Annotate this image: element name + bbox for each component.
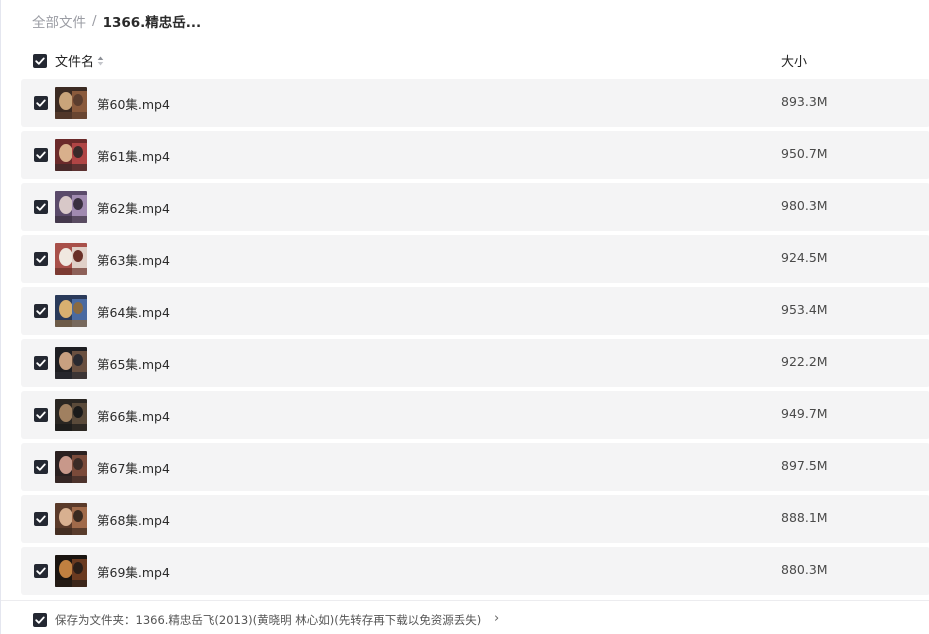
column-header-name-label: 文件名 bbox=[55, 55, 95, 70]
video-thumbnail bbox=[55, 295, 87, 327]
file-checkbox[interactable] bbox=[34, 460, 48, 474]
checkmark-icon bbox=[36, 411, 46, 419]
breadcrumb-current: 1366.精忠岳... bbox=[102, 15, 202, 31]
video-thumbnail bbox=[55, 347, 87, 379]
file-row[interactable]: 第62集.mp4 980.3M bbox=[21, 183, 929, 231]
chevron-right-icon[interactable]: › bbox=[494, 611, 499, 626]
file-name[interactable]: 第66集.mp4 bbox=[97, 406, 170, 425]
checkmark-icon bbox=[36, 151, 46, 159]
file-name[interactable]: 第67集.mp4 bbox=[97, 458, 170, 477]
file-checkbox[interactable] bbox=[34, 408, 48, 422]
checkmark-icon bbox=[36, 567, 46, 575]
file-row[interactable]: 第69集.mp4 880.3M bbox=[21, 547, 929, 595]
file-checkbox[interactable] bbox=[34, 200, 48, 214]
file-save-panel: 全部文件 / 1366.精忠岳... 文件名 大小 第60集.mp4 893.3M… bbox=[0, 0, 929, 634]
file-name[interactable]: 第63集.mp4 bbox=[97, 250, 170, 269]
checkmark-icon bbox=[36, 359, 46, 367]
video-thumbnail bbox=[55, 243, 87, 275]
file-row[interactable]: 第63集.mp4 924.5M bbox=[21, 235, 929, 283]
file-name[interactable]: 第65集.mp4 bbox=[97, 354, 170, 373]
file-size: 897.5M bbox=[781, 458, 828, 473]
file-size: 922.2M bbox=[781, 354, 828, 369]
file-size: 888.1M bbox=[781, 510, 828, 525]
file-size: 949.7M bbox=[781, 406, 828, 421]
checkmark-icon bbox=[36, 255, 46, 263]
file-checkbox[interactable] bbox=[34, 304, 48, 318]
file-row[interactable]: 第66集.mp4 949.7M bbox=[21, 391, 929, 439]
sort-icon[interactable] bbox=[97, 55, 104, 67]
file-size: 953.4M bbox=[781, 302, 828, 317]
breadcrumb-separator: / bbox=[92, 13, 97, 29]
checkmark-icon bbox=[36, 99, 46, 107]
checkmark-icon bbox=[36, 515, 46, 523]
column-header-name[interactable]: 文件名 bbox=[55, 51, 104, 70]
file-name[interactable]: 第69集.mp4 bbox=[97, 562, 170, 581]
save-folder-path[interactable]: 保存为文件夹：1366.精忠岳飞(2013)(黄晓明 林心如)(先转存再下载以免… bbox=[55, 612, 481, 628]
file-name[interactable]: 第64集.mp4 bbox=[97, 302, 170, 321]
file-name[interactable]: 第60集.mp4 bbox=[97, 94, 170, 113]
file-row[interactable]: 第67集.mp4 897.5M bbox=[21, 443, 929, 491]
save-folder-checkbox[interactable] bbox=[33, 613, 47, 627]
file-checkbox[interactable] bbox=[34, 252, 48, 266]
breadcrumb-root[interactable]: 全部文件 bbox=[32, 11, 86, 31]
file-size: 950.7M bbox=[781, 146, 828, 161]
video-thumbnail bbox=[55, 87, 87, 119]
video-thumbnail bbox=[55, 503, 87, 535]
column-header-size[interactable]: 大小 bbox=[781, 51, 807, 70]
file-checkbox[interactable] bbox=[34, 148, 48, 162]
video-thumbnail bbox=[55, 399, 87, 431]
file-size: 924.5M bbox=[781, 250, 828, 265]
video-thumbnail bbox=[55, 451, 87, 483]
file-size: 893.3M bbox=[781, 94, 828, 109]
file-size: 980.3M bbox=[781, 198, 828, 213]
file-name[interactable]: 第61集.mp4 bbox=[97, 146, 170, 165]
file-checkbox[interactable] bbox=[34, 512, 48, 526]
video-thumbnail bbox=[55, 139, 87, 171]
file-name[interactable]: 第68集.mp4 bbox=[97, 510, 170, 529]
select-all-checkbox[interactable] bbox=[33, 54, 47, 68]
checkmark-icon bbox=[35, 616, 45, 624]
file-checkbox[interactable] bbox=[34, 96, 48, 110]
file-row[interactable]: 第61集.mp4 950.7M bbox=[21, 131, 929, 179]
file-name[interactable]: 第62集.mp4 bbox=[97, 198, 170, 217]
checkmark-icon bbox=[36, 463, 46, 471]
checkmark-icon bbox=[35, 57, 45, 65]
table-header: 文件名 大小 bbox=[1, 48, 929, 74]
file-row[interactable]: 第64集.mp4 953.4M bbox=[21, 287, 929, 335]
file-list: 第60集.mp4 893.3M 第61集.mp4 950.7M 第62集.mp4 980.… bbox=[21, 79, 929, 599]
video-thumbnail bbox=[55, 191, 87, 223]
breadcrumb: 全部文件 / 1366.精忠岳... bbox=[32, 11, 201, 31]
checkmark-icon bbox=[36, 203, 46, 211]
save-folder-bar: 保存为文件夹：1366.精忠岳飞(2013)(黄晓明 林心如)(先转存再下载以免… bbox=[1, 600, 929, 634]
file-checkbox[interactable] bbox=[34, 356, 48, 370]
checkmark-icon bbox=[36, 307, 46, 315]
video-thumbnail bbox=[55, 555, 87, 587]
file-checkbox[interactable] bbox=[34, 564, 48, 578]
file-size: 880.3M bbox=[781, 562, 828, 577]
file-row[interactable]: 第68集.mp4 888.1M bbox=[21, 495, 929, 543]
file-row[interactable]: 第60集.mp4 893.3M bbox=[21, 79, 929, 127]
file-row[interactable]: 第65集.mp4 922.2M bbox=[21, 339, 929, 387]
